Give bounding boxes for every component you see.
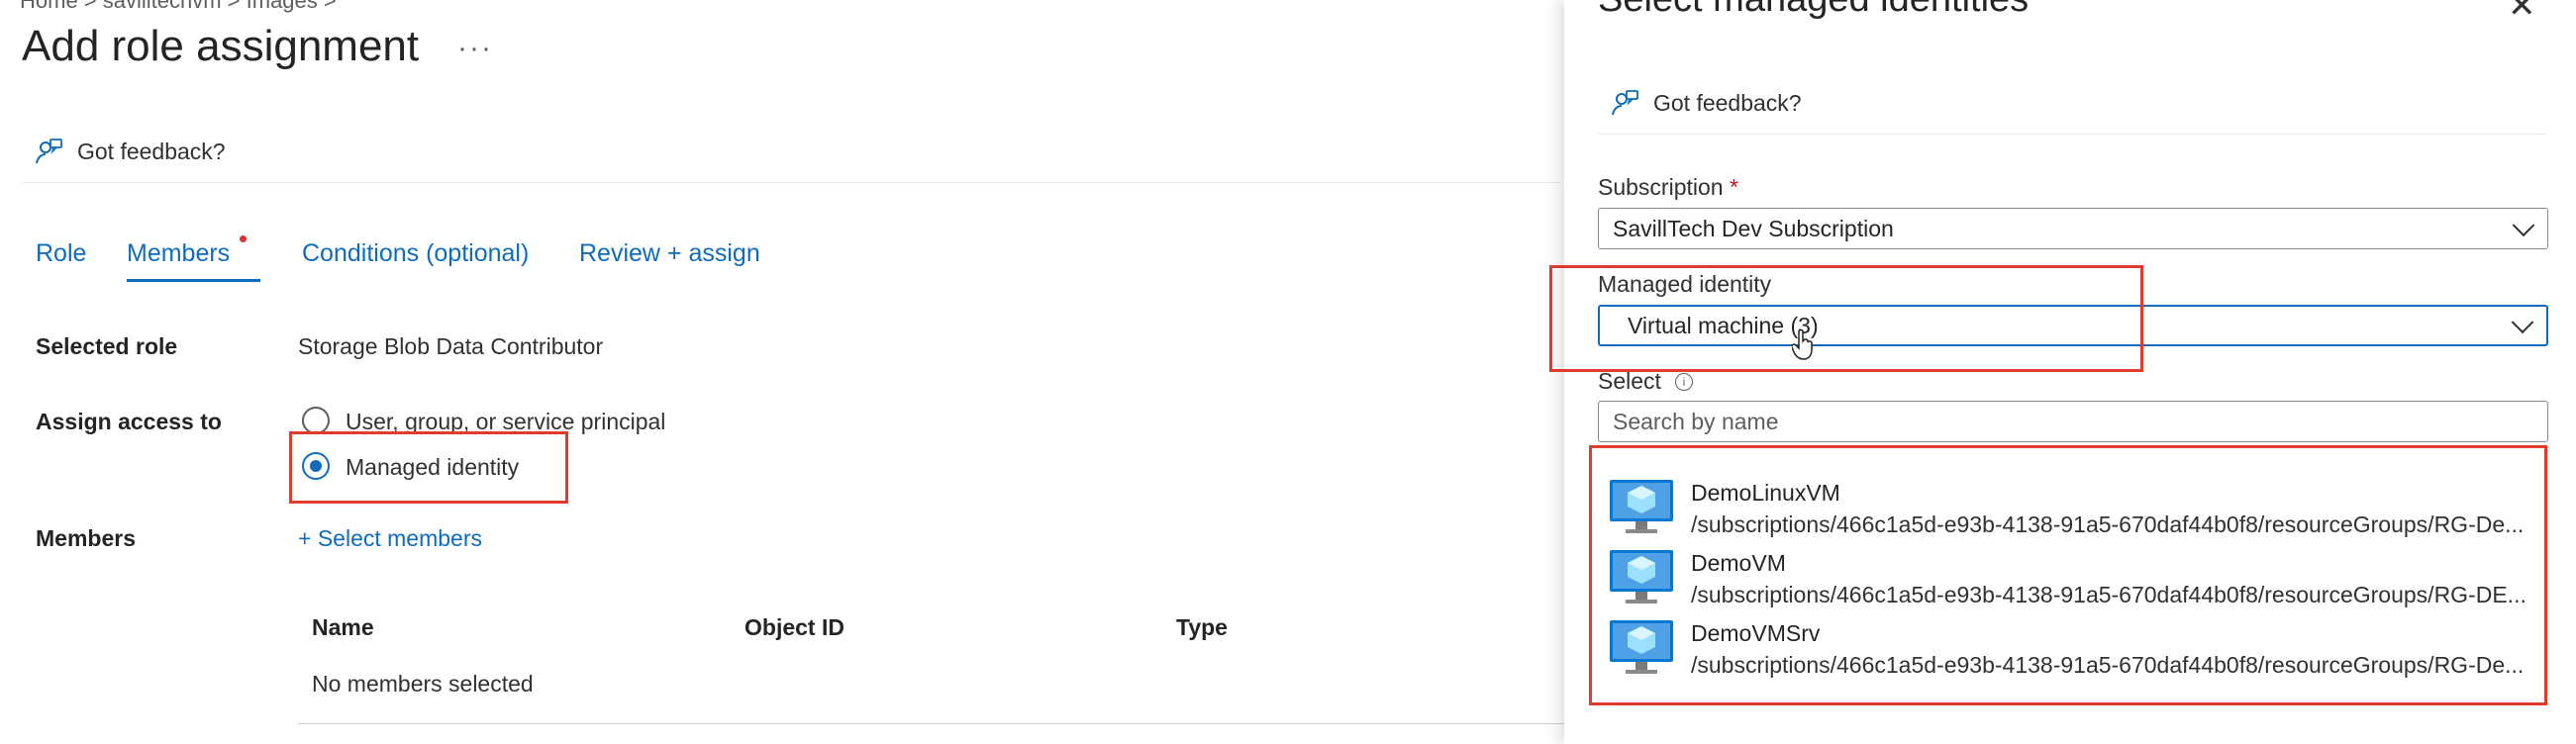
select-managed-identities-panel: Select managed identities ✕ Got feedback… xyxy=(1549,0,2576,744)
chevron-down-icon xyxy=(2512,214,2535,237)
select-members-link[interactable]: + Select members xyxy=(298,525,482,552)
subscription-label-text: Subscription xyxy=(1598,174,1724,200)
subscription-value: SavillTech Dev Subscription xyxy=(1613,215,1894,241)
list-item[interactable]: DemoVM /subscriptions/466c1a5d-e93b-4138… xyxy=(1610,548,2540,611)
vm-icon xyxy=(1610,480,1673,533)
info-icon[interactable]: i xyxy=(1674,372,1693,391)
table-divider xyxy=(298,723,1564,724)
empty-members-text: No members selected xyxy=(312,671,534,697)
search-placeholder: Search by name xyxy=(1613,408,1779,434)
tab-members[interactable]: Members xyxy=(127,239,230,268)
tab-conditions[interactable]: Conditions (optional) xyxy=(302,239,529,268)
feedback-icon xyxy=(36,139,62,164)
list-item[interactable]: DemoLinuxVM /subscriptions/466c1a5d-e93b… xyxy=(1610,478,2540,541)
vm-path: /subscriptions/466c1a5d-e93b-4138-91a5-6… xyxy=(1691,582,2526,607)
panel-feedback-button[interactable]: Got feedback? xyxy=(1610,88,1802,118)
feedback-icon xyxy=(1612,90,1638,116)
members-label: Members xyxy=(36,525,136,551)
vm-icon xyxy=(1610,620,1673,674)
panel-divider xyxy=(1598,134,2546,135)
tab-review-assign[interactable]: Review + assign xyxy=(579,239,760,268)
select-label: Select i xyxy=(1598,368,1693,395)
vm-path: /subscriptions/466c1a5d-e93b-4138-91a5-6… xyxy=(1691,512,2525,537)
required-indicator xyxy=(240,235,247,242)
subscription-label: Subscription * xyxy=(1598,174,1738,201)
feedback-button[interactable]: Got feedback? xyxy=(34,137,226,166)
highlight-box xyxy=(1549,265,2143,372)
active-tab-underline xyxy=(127,279,260,282)
chevron-down-icon xyxy=(2511,311,2534,334)
close-icon[interactable]: ✕ xyxy=(2508,0,2536,26)
radio-user-group[interactable] xyxy=(302,407,330,434)
list-item[interactable]: DemoVMSrv /subscriptions/466c1a5d-e93b-4… xyxy=(1610,618,2540,682)
vm-name: DemoVMSrv xyxy=(1691,620,1821,646)
column-header-type[interactable]: Type xyxy=(1176,614,1228,641)
breadcrumb[interactable]: Home > savilltechvm > Images > xyxy=(20,0,337,14)
panel-title: Select managed identities xyxy=(1598,0,2029,21)
vm-name: DemoVM xyxy=(1691,550,1786,576)
subscription-dropdown[interactable]: SavillTech Dev Subscription xyxy=(1598,208,2548,249)
column-header-name[interactable]: Name xyxy=(312,614,374,641)
selected-role-value: Storage Blob Data Contributor xyxy=(298,333,604,359)
tab-role[interactable]: Role xyxy=(36,239,86,268)
vm-name: DemoLinuxVM xyxy=(1691,480,1840,506)
select-label-text: Select xyxy=(1598,368,1661,394)
vm-path: /subscriptions/466c1a5d-e93b-4138-91a5-6… xyxy=(1691,652,2525,678)
feedback-label: Got feedback? xyxy=(77,138,226,164)
more-options-button[interactable]: ··· xyxy=(457,32,493,65)
required-asterisk: * xyxy=(1729,174,1738,200)
assign-access-label: Assign access to xyxy=(36,409,222,434)
page-title: Add role assignment xyxy=(22,22,420,70)
panel-feedback-label: Got feedback? xyxy=(1653,89,1802,116)
selected-role-label: Selected role xyxy=(36,333,178,359)
divider xyxy=(22,182,1561,183)
vm-icon xyxy=(1610,550,1673,604)
highlight-box xyxy=(289,431,568,504)
search-input[interactable]: Search by name xyxy=(1598,401,2548,442)
column-header-object-id[interactable]: Object ID xyxy=(744,614,844,641)
